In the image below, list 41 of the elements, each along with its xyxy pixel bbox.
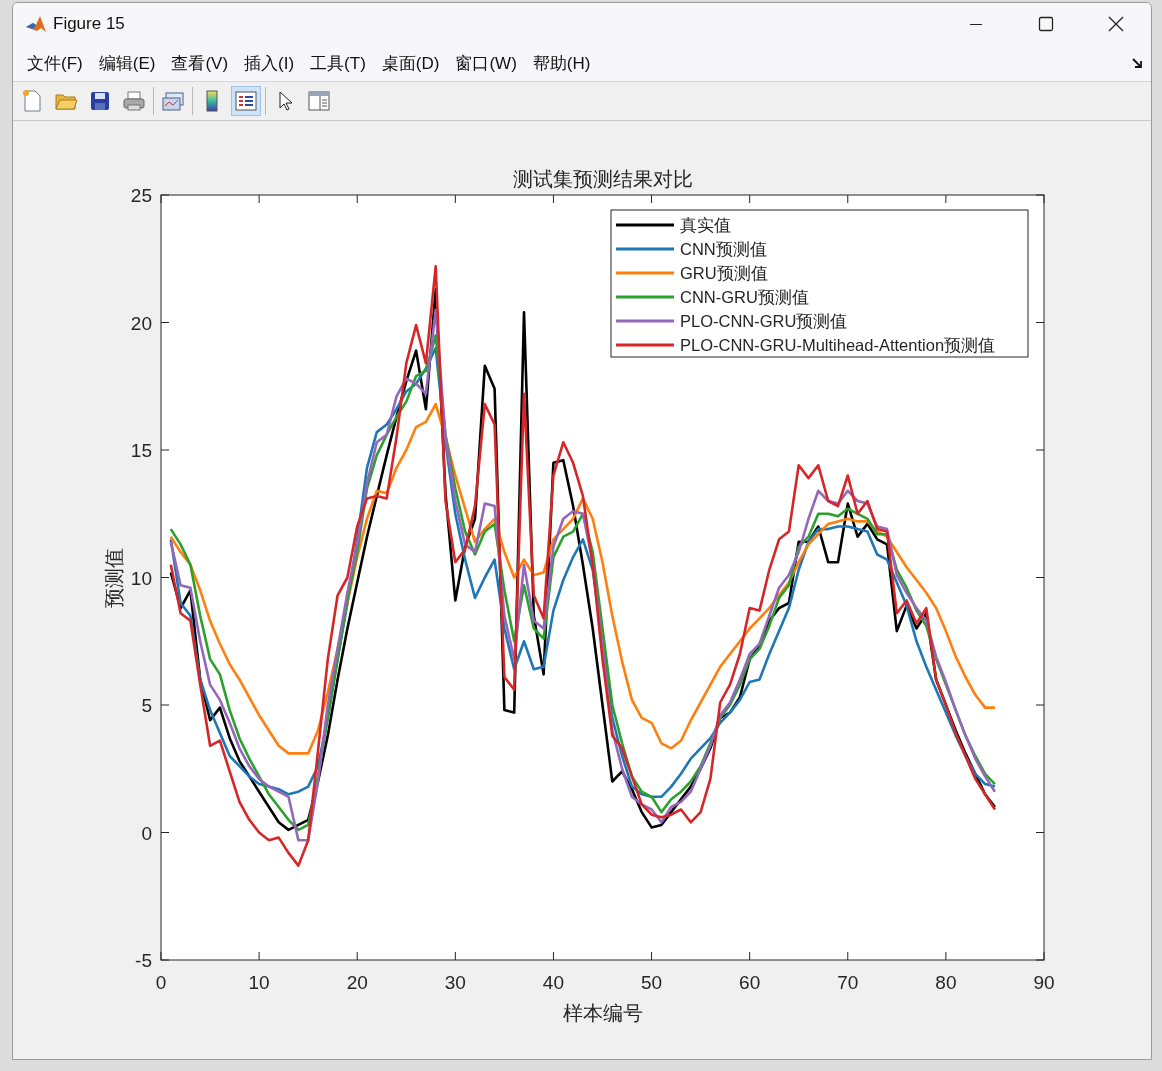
- tick-label: -5: [135, 950, 152, 971]
- tick-label: 50: [641, 972, 663, 993]
- tick-label: 80: [935, 972, 957, 993]
- chart-title: 测试集预测结果对比: [512, 168, 693, 190]
- maximize-icon[interactable]: [1038, 16, 1054, 32]
- tick-label: 30: [444, 972, 466, 993]
- tick-label: 20: [130, 312, 152, 334]
- tick-label: 15: [130, 440, 152, 461]
- x-axis-label: 样本编号: [562, 1002, 643, 1024]
- dock-arrow-icon[interactable]: [1131, 57, 1143, 69]
- tick-label: 0: [155, 972, 167, 993]
- legend-label: GRU预测值: [680, 264, 768, 282]
- tick-label: 10: [248, 972, 270, 993]
- tick-label: 60: [739, 972, 761, 993]
- menu-item[interactable]: 帮助(H): [524, 49, 599, 77]
- menu-item[interactable]: 查看(V): [163, 49, 237, 77]
- tick-label: 40: [542, 972, 564, 993]
- tick-label: 5: [141, 695, 152, 716]
- legend-label: PLO-CNN-GRU预测值: [680, 312, 848, 330]
- menu-item[interactable]: 编辑(E): [90, 49, 164, 77]
- legend-label: CNN-GRU预测值: [680, 288, 809, 306]
- tick-label: 10: [130, 567, 152, 589]
- tick-label: 25: [130, 185, 152, 206]
- legend-icon[interactable]: [231, 86, 261, 116]
- menu-item[interactable]: 桌面(D): [373, 49, 448, 77]
- menu-item[interactable]: 插入(I): [236, 49, 303, 77]
- legend-label: PLO-CNN-GRU-Multihead-Attention预测值: [680, 336, 996, 354]
- tick-label: 20: [346, 972, 368, 993]
- minimize-icon[interactable]: [969, 22, 983, 26]
- legend-label: CNN预测值: [680, 240, 767, 258]
- tick-label: 0: [141, 822, 152, 844]
- y-axis-label: 预测值: [103, 547, 125, 608]
- app-logo-icon: [25, 14, 47, 34]
- tick-label: 90: [1033, 972, 1055, 993]
- window-title: Figure 15: [53, 14, 126, 34]
- menu-item[interactable]: 工具(T): [302, 49, 374, 77]
- close-icon[interactable]: [1108, 16, 1124, 32]
- legend-label: 真实值: [680, 216, 731, 234]
- tick-label: 70: [837, 972, 859, 993]
- menu-item[interactable]: 窗口(W): [447, 49, 525, 77]
- menu-item[interactable]: 文件(F): [19, 49, 91, 77]
